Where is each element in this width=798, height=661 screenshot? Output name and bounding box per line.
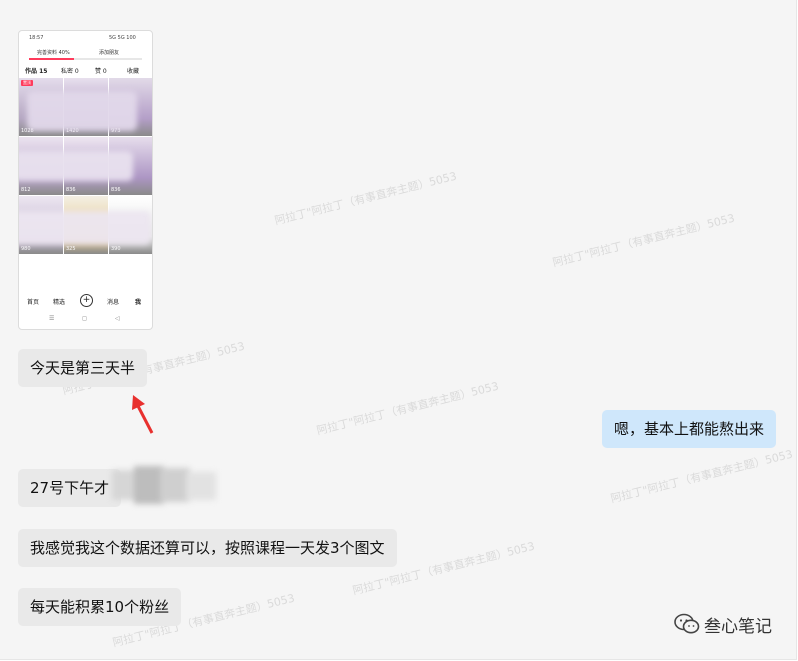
tile-count: 812 (21, 187, 31, 193)
tile-count: 836 (66, 187, 76, 193)
nav-messages: 消息 (107, 299, 120, 306)
profile-complete: 完善资料 40% (37, 50, 70, 56)
works-count: 作品 15 (25, 68, 48, 75)
arrow-annotation-icon (132, 395, 154, 434)
watermark: 阿拉丁"阿拉丁（有事直奔主题）5053 (315, 379, 500, 438)
profile-progress-bar (29, 58, 142, 60)
status-time: 18:57 (29, 35, 44, 41)
pinned-tag: 置顶 (21, 80, 33, 86)
message-bubble-outgoing[interactable]: 嗯，基本上都能熬出来 (602, 410, 777, 448)
brand-name: 叁心笔记 (704, 616, 772, 637)
nav-me: 我 (135, 299, 142, 306)
image-message[interactable]: 18:57 5G 5G 100 完善资料 40% 添加朋友 作品 15 私密 0… (18, 30, 153, 330)
add-friend: 添加朋友 (99, 50, 120, 56)
message-bubble-incoming[interactable]: 今天是第三天半 (18, 349, 148, 387)
phone-system-nav: ☰ ◻ ◁ (19, 315, 152, 325)
profile-progress-fill (29, 58, 75, 60)
tile-count: 325 (66, 246, 76, 252)
likes-count: 赞 0 (95, 68, 107, 75)
message-bubble-incoming[interactable]: 27号下午才 (18, 469, 122, 507)
privacy-blur (19, 211, 151, 245)
fav-label: 收藏 (127, 68, 140, 75)
status-signal: 5G 5G 100 (109, 35, 136, 41)
private-count: 私密 0 (61, 68, 79, 75)
plus-icon: + (80, 294, 93, 307)
back-icon: ◁ (115, 315, 120, 322)
phone-status-bar: 18:57 5G 5G 100 (19, 31, 152, 45)
menu-icon: ☰ (49, 315, 55, 322)
watermark: 阿拉丁"阿拉丁（有事直奔主题）5053 (273, 169, 458, 228)
home-icon: ◻ (82, 315, 87, 322)
tile-count: 390 (111, 246, 121, 252)
tile-count: 836 (111, 187, 121, 193)
profile-stats: 作品 15 私密 0 赞 0 收藏 (23, 64, 148, 76)
message-bubble-incoming[interactable]: 每天能积累10个粉丝 (18, 588, 182, 626)
message-bubble-incoming[interactable]: 我感觉我这个数据还算可以，按照课程一天发3个图文 (18, 529, 397, 567)
phone-bottom-nav: 首页 精选 + 消息 我 (19, 293, 152, 309)
privacy-blur (19, 151, 133, 181)
nav-home: 首页 (27, 299, 40, 306)
blur-censor (112, 466, 216, 504)
wechat-icon (674, 613, 700, 634)
tile-count: 980 (21, 246, 31, 252)
watermark: 阿拉丁"阿拉丁（有事直奔主题）5053 (551, 211, 736, 270)
privacy-blur (27, 91, 137, 131)
chat-window: 阿拉丁"阿拉丁（有事直奔主题）5053 阿拉丁"阿拉丁（有事直奔主题）5053 … (0, 0, 797, 660)
source-brand: 叁心笔记 (674, 611, 772, 637)
watermark: 阿拉丁"阿拉丁（有事直奔主题）5053 (609, 447, 794, 506)
nav-friends: 精选 (53, 299, 66, 306)
